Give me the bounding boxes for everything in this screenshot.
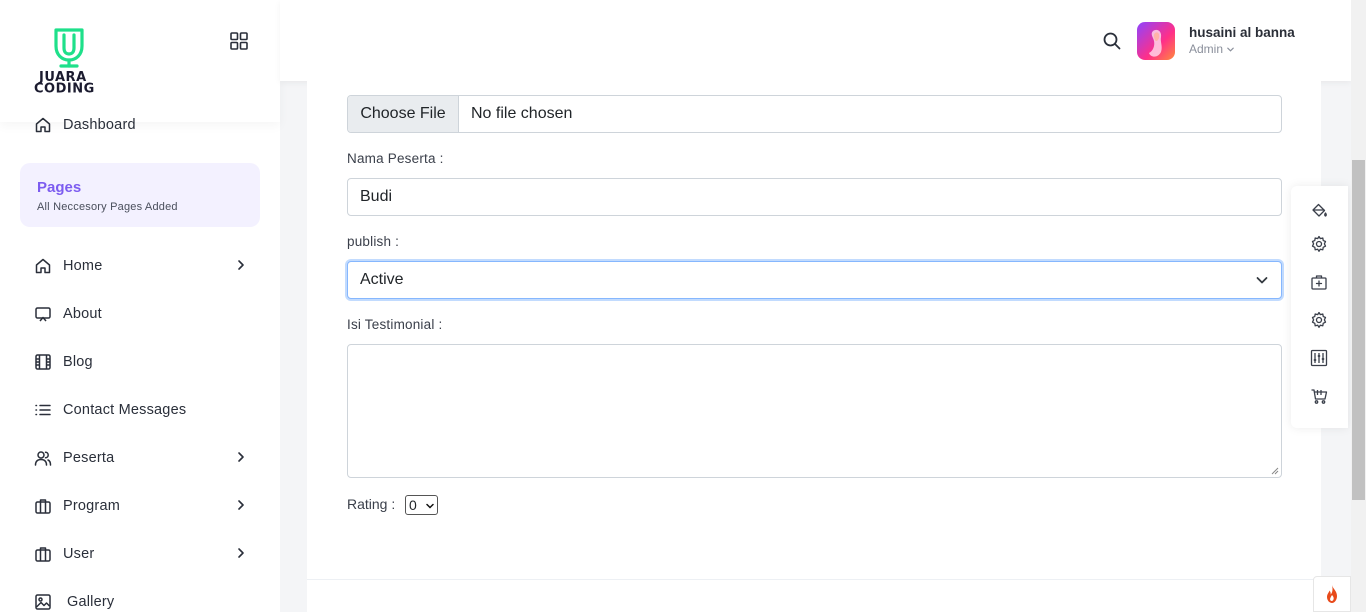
chevron-down-icon	[426, 503, 434, 509]
avatar-image	[1149, 29, 1162, 57]
avatar[interactable]	[1137, 22, 1175, 60]
chevron-down-icon	[1227, 47, 1235, 52]
sidebar-item-label: Contact Messages	[63, 402, 187, 418]
user-role-dropdown[interactable]: Admin	[1189, 42, 1235, 56]
logo-text: JUARA CODING	[34, 70, 95, 97]
search-icon[interactable]	[1102, 31, 1122, 51]
sidebar-item-label: User	[63, 546, 95, 562]
file-status-text: No file chosen	[471, 105, 573, 122]
file-input[interactable]: Choose File No file chosen	[347, 95, 1282, 133]
rating-select[interactable]: 0	[405, 495, 438, 515]
pages-section: Pages All Neccesory Pages Added	[20, 163, 260, 227]
film-icon	[34, 353, 52, 371]
top-header: husaini al banna Admin	[280, 0, 1351, 81]
users-icon	[34, 449, 52, 467]
chevron-down-icon	[1256, 277, 1268, 284]
rating-selected-value: 0	[409, 497, 417, 513]
chevron-right-icon	[238, 500, 244, 510]
chevron-right-icon	[238, 548, 244, 558]
monitor-icon	[34, 305, 52, 323]
choose-file-button[interactable]: Choose File	[348, 96, 459, 132]
logo-text-line2: CODING	[34, 80, 95, 97]
card-footer-divider	[307, 579, 1321, 580]
sidebar-item-contact-messages[interactable]: Contact Messages	[34, 396, 254, 424]
publish-label: publish :	[347, 234, 400, 249]
sidebar-item-dashboard[interactable]: Dashboard	[34, 111, 254, 139]
paint-bucket-icon[interactable]	[1310, 202, 1328, 220]
sidebar-item-label: Home	[63, 258, 103, 274]
floating-toolbar	[1291, 186, 1348, 428]
isi-testimonial-textarea[interactable]	[347, 344, 1282, 478]
sidebar-item-label: Gallery	[67, 594, 115, 610]
sidebar-item-about[interactable]: About	[34, 300, 254, 328]
list-icon	[34, 401, 52, 419]
grid-menu-icon[interactable]	[229, 31, 249, 51]
sidebar-item-blog[interactable]: Blog	[34, 348, 254, 376]
sidebar-item-home[interactable]: Home	[34, 252, 254, 280]
home-icon	[34, 257, 52, 275]
chevron-right-icon	[238, 452, 244, 462]
fire-icon	[1327, 585, 1337, 603]
sidebar-item-label: Dashboard	[63, 117, 136, 133]
nama-peserta-label: Nama Peserta :	[347, 151, 444, 166]
cart-icon[interactable]	[1310, 387, 1328, 405]
isi-testimonial-label: Isi Testimonial :	[347, 317, 443, 332]
fire-button[interactable]	[1313, 576, 1351, 612]
chevron-right-icon	[238, 260, 244, 270]
scrollbar-thumb[interactable]	[1352, 160, 1365, 500]
resize-grip-icon[interactable]	[1270, 466, 1279, 475]
pages-section-subtitle: All Neccesory Pages Added	[37, 201, 178, 213]
publish-select[interactable]: Active	[347, 261, 1282, 299]
settings-icon[interactable]	[1310, 311, 1328, 329]
nama-peserta-input[interactable]	[347, 178, 1282, 216]
add-box-icon[interactable]	[1310, 273, 1328, 291]
sidebar-item-label: Program	[63, 498, 120, 514]
publish-selected-value: Active	[360, 271, 404, 288]
sidebar: JUARA CODING Dashboard Pages All Necceso…	[0, 0, 280, 612]
settings-icon[interactable]	[1310, 235, 1328, 253]
sidebar-item-label: Blog	[63, 354, 93, 370]
sidebar-item-gallery[interactable]: Gallery	[34, 588, 254, 612]
sidebar-item-user[interactable]: User	[34, 540, 254, 568]
sliders-icon[interactable]	[1310, 349, 1328, 367]
rating-label: Rating :	[347, 496, 396, 512]
user-name[interactable]: husaini al banna	[1189, 25, 1295, 40]
sidebar-item-label: Peserta	[63, 450, 115, 466]
sidebar-item-label: About	[63, 306, 102, 322]
sidebar-brand: JUARA CODING	[0, 0, 280, 122]
user-role-label: Admin	[1189, 42, 1224, 56]
image-icon	[34, 593, 52, 611]
briefcase-icon	[34, 545, 52, 563]
sidebar-item-peserta[interactable]: Peserta	[34, 444, 254, 472]
home-icon	[34, 116, 52, 134]
sidebar-item-program[interactable]: Program	[34, 492, 254, 520]
pages-section-title: Pages	[37, 179, 82, 196]
briefcase-icon	[34, 497, 52, 515]
